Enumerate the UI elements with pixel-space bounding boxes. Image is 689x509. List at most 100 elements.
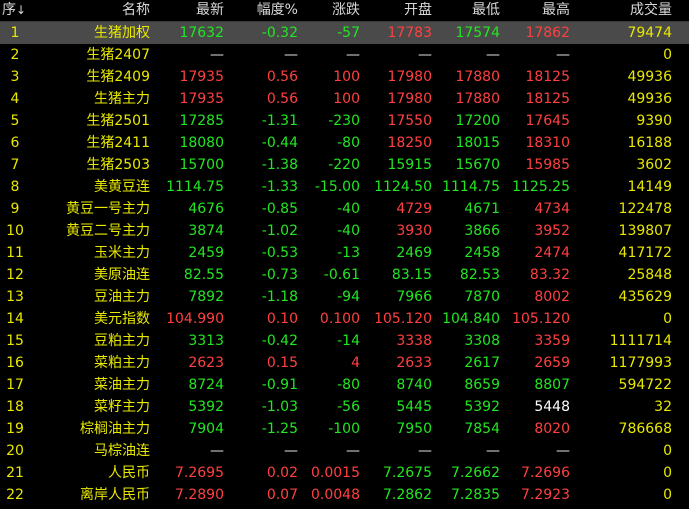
table-row[interactable]: 21 人民币 7.2695 0.02 0.0015 7.2675 7.2662 7.2696 0 [0,462,689,484]
row-change: 0.0015 [311,465,360,481]
table-row[interactable]: 1 生猪加权 17632 -0.32 -57 17783 17574 17862 79474 [0,22,689,44]
row-volume: 25848 [627,267,672,283]
table-row[interactable]: 7 生猪2503 15700 -1.38 -220 15915 15670 15985 3602 [0,154,689,176]
row-change: 0.0048 [311,487,360,503]
row-open: 17550 [387,113,432,129]
row-change-percent: -0.32 [261,25,298,41]
row-seq: 9 [10,201,20,217]
table-row[interactable]: 20 马棕油连 — — — — — — 0 [0,440,689,462]
table-row[interactable]: 18 菜籽主力 5392 -1.03 -56 5445 5392 5448 32 [0,396,689,418]
row-high: 83.32 [529,267,570,283]
table-row[interactable]: 17 菜油主力 8724 -0.91 -80 8740 8659 8807 594722 [0,374,689,396]
table-row[interactable]: 13 豆油主力 7892 -1.18 -94 7966 7870 8002 435629 [0,286,689,308]
row-name: 生猪2409 [86,69,150,85]
row-high: 7.2696 [521,465,570,481]
row-seq: 22 [6,487,24,503]
row-seq: 7 [10,157,20,173]
row-seq: 10 [6,223,24,239]
row-last: 82.55 [183,267,224,283]
header-name[interactable]: 名称 [38,0,150,21]
header-last[interactable]: 最新 [152,0,224,21]
header-change-percent[interactable]: 幅度% [226,0,298,21]
row-last: 3874 [188,223,224,239]
row-volume: 9390 [636,113,672,129]
table-row[interactable]: 10 黄豆二号主力 3874 -1.02 -40 3930 3866 3952 139807 [0,220,689,242]
row-low: 7870 [464,289,500,305]
row-open: 2633 [396,355,432,371]
row-open: — [418,443,432,459]
row-last: 7904 [188,421,224,437]
row-change-percent: 0.56 [266,91,298,107]
table-row[interactable]: 16 菜粕主力 2623 0.15 4 2633 2617 2659 1177993 [0,352,689,374]
row-seq: 2 [10,47,20,63]
row-high: 18125 [525,69,570,85]
row-volume: 0 [663,465,672,481]
row-volume: 32 [654,399,672,415]
row-high: 2659 [534,355,570,371]
row-open: 105.120 [374,311,432,327]
header-high[interactable]: 最高 [502,0,570,21]
row-change: -14 [337,333,360,349]
row-volume: 14149 [627,179,672,195]
header-change[interactable]: 涨跌 [300,0,360,21]
table-row[interactable]: 8 美黄豆连 1114.75 -1.33 -15.00 1124.50 1114.75 112… [0,176,689,198]
row-volume: 49936 [627,69,672,85]
row-open: 5445 [396,399,432,415]
row-volume: 435629 [618,289,672,305]
row-high: 1125.25 [512,179,570,195]
row-change-percent: -1.31 [261,113,298,129]
row-low: 17574 [455,25,500,41]
table-row[interactable]: 22 离岸人民币 7.2890 0.07 0.0048 7.2862 7.2835 7.292… [0,484,689,506]
row-change-percent: -1.38 [261,157,298,173]
row-change: -0.61 [323,267,360,283]
row-change-percent: -0.91 [261,377,298,393]
row-high: 5448 [534,399,570,415]
table-row[interactable]: 2 生猪2407 — — — — — — 0 [0,44,689,66]
row-low: 17880 [455,69,500,85]
row-open: 2469 [396,245,432,261]
table-row[interactable]: 12 美原油连 82.55 -0.73 -0.61 83.15 82.53 83.32 2584… [0,264,689,286]
row-last: 17935 [179,69,224,85]
table-row[interactable]: 14 美元指数 104.990 0.10 0.100 105.120 104.840 105.… [0,308,689,330]
row-volume: 3602 [636,157,672,173]
row-volume: 49936 [627,91,672,107]
header-volume[interactable]: 成交量 [572,0,672,21]
row-seq: 19 [6,421,24,437]
row-seq: 3 [10,69,20,85]
header-low[interactable]: 最低 [434,0,500,21]
row-name: 豆油主力 [94,289,150,305]
row-low: 8659 [464,377,500,393]
table-row[interactable]: 6 生猪2411 18080 -0.44 -80 18250 18015 18310 16188 [0,132,689,154]
row-volume: 786668 [618,421,672,437]
row-open: 7966 [396,289,432,305]
row-open: 17980 [387,69,432,85]
header-open[interactable]: 开盘 [362,0,432,21]
table-row[interactable]: 9 黄豆一号主力 4676 -0.85 -40 4729 4671 4734 122478 [0,198,689,220]
row-last: 15700 [179,157,224,173]
row-high: 3359 [534,333,570,349]
table-row[interactable]: 4 生猪主力 17935 0.56 100 17980 17880 18125 49936 [0,88,689,110]
row-name: 黄豆二号主力 [66,223,150,239]
row-name: 美元指数 [94,311,150,327]
row-last: 104.990 [166,311,224,327]
row-last: 18080 [179,135,224,151]
table-row[interactable]: 11 玉米主力 2459 -0.53 -13 2469 2458 2474 417172 [0,242,689,264]
row-low: 3308 [464,333,500,349]
row-low: 17880 [455,91,500,107]
row-change: — [346,47,360,63]
header-seq-label: 序 [2,2,16,18]
table-row[interactable]: 5 生猪2501 17285 -1.31 -230 17550 17200 17645 9390 [0,110,689,132]
header-seq[interactable]: 序↓ [2,0,32,21]
row-change: -57 [337,25,360,41]
row-last: 2459 [188,245,224,261]
row-high: 17645 [525,113,570,129]
table-row[interactable]: 15 豆粕主力 3313 -0.42 -14 3338 3308 3359 1111714 [0,330,689,352]
row-open: 17783 [387,25,432,41]
row-change-percent: 0.56 [266,69,298,85]
table-row[interactable]: 19 棕榈油主力 7904 -1.25 -100 7950 7854 8020 786668 [0,418,689,440]
row-change-percent: -1.25 [261,421,298,437]
row-high: 8020 [534,421,570,437]
row-name: 生猪2501 [86,113,150,129]
row-seq: 5 [10,113,20,129]
table-row[interactable]: 3 生猪2409 17935 0.56 100 17980 17880 18125 49936 [0,66,689,88]
